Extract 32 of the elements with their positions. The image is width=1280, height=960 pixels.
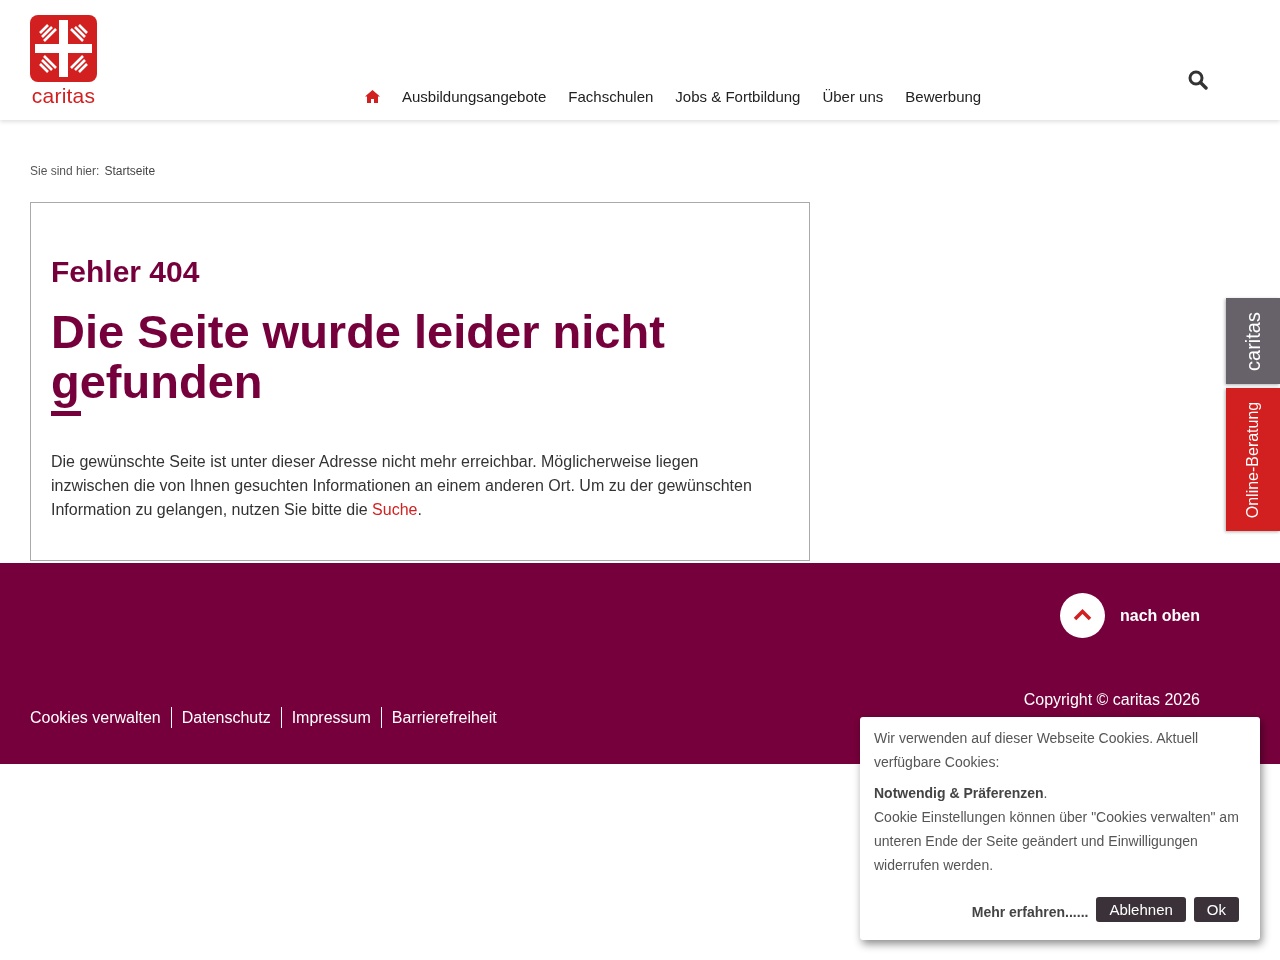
copyright-text: Copyright © caritas 2026: [1023, 691, 1200, 709]
breadcrumb-label: Sie sind hier:: [30, 164, 100, 178]
cookie-button[interactable]: Ok: [1193, 896, 1239, 922]
cookie-intro: Wir verwenden auf dieser Webseite Cookies. Aktuell verfügbare Cookies:: [874, 729, 1200, 772]
nav-link[interactable]: Über uns: [822, 88, 884, 105]
back-to-top-link[interactable]: nach oben: [1060, 593, 1200, 638]
home-icon: [365, 90, 380, 103]
learn-more-link[interactable]: Mehr erfahren......: [971, 894, 1089, 924]
footer-link[interactable]: Datenschutz: [170, 707, 281, 728]
chevron-up-icon: [1060, 593, 1105, 638]
cookie-categories: Notwendig & Präferenzen.: [874, 784, 1049, 803]
nav-link[interactable]: Bewerbung: [905, 88, 982, 105]
cookie-details: Cookie Einstellungen können über "Cookies verwalten" am unteren Ende der Seite geändert und Einwilligungen widerrufen werden.: [874, 808, 1240, 875]
side-tab[interactable]: Online-Beratung: [1226, 388, 1280, 531]
footer-link[interactable]: Impressum: [280, 707, 381, 728]
side-tab[interactable]: caritas: [1226, 298, 1280, 384]
search-link[interactable]: Suche: [372, 501, 418, 518]
footer-link[interactable]: Barrierefreiheit: [380, 707, 507, 728]
footer-link[interactable]: Cookies verwalten: [30, 707, 171, 728]
nav-link[interactable]: Fachschulen: [568, 88, 654, 105]
nav-link[interactable]: Ausbildungsangebote: [402, 88, 547, 105]
breadcrumb-link[interactable]: Startseite: [104, 164, 156, 178]
error-title: Die Seite wurde leider nicht gefunden: [51, 307, 666, 407]
logo-text[interactable]: caritas: [31, 86, 96, 106]
home-link[interactable]: [365, 90, 380, 103]
cookie-button[interactable]: Ablehnen: [1096, 896, 1186, 922]
caritas-logo-icon[interactable]: [30, 15, 97, 82]
error-message: Die gewünschte Seite ist unter dieser Adresse nicht mehr erreichbar. Möglicherweise liegen inzwischen die von Ihnen gesuchten Informationen an einem anderen Ort. Um zu der gewünschten Information zu gelangen, nutzen Sie bitte die Suche.: [51, 452, 753, 520]
heading-accent: [51, 411, 81, 416]
error-code: Fehler 404: [51, 255, 200, 289]
nav-link[interactable]: Jobs & Fortbildung: [675, 88, 801, 105]
search-icon[interactable]: [1188, 70, 1208, 90]
